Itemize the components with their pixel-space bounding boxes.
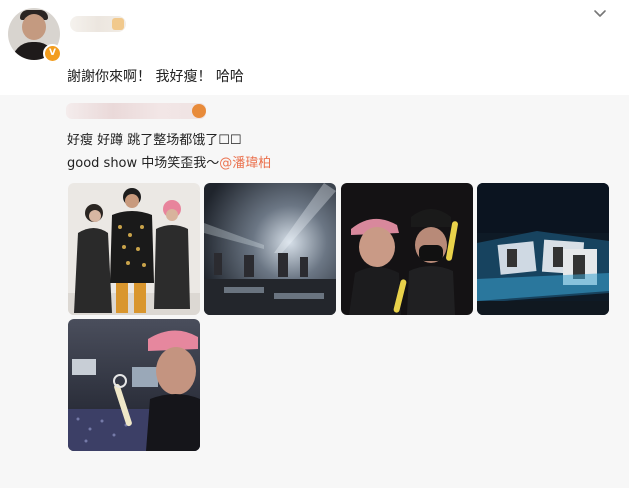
mention-link[interactable]: @潘瑋柏 bbox=[219, 156, 271, 171]
weibo-post: V 謝謝你來啊！ 我好瘦！ 哈哈 好瘦 好蹲 跳了整场都饿了☐☐ good sh… bbox=[0, 0, 629, 488]
author-name[interactable] bbox=[70, 16, 126, 32]
repost-text-line2: good show 中场笑歪我～@潘瑋柏 bbox=[67, 152, 271, 171]
repost-text: good show 中场笑歪我～ bbox=[67, 156, 220, 171]
verified-badge-icon: V bbox=[43, 44, 62, 63]
photo-selfie-lightsticks[interactable] bbox=[341, 183, 473, 315]
photo-group-portrait[interactable] bbox=[68, 183, 200, 315]
original-author-name[interactable] bbox=[66, 103, 206, 119]
repost-text-line1: 好瘦 好蹲 跳了整场都饿了☐☐ bbox=[67, 133, 242, 148]
photo-stage-screens[interactable] bbox=[477, 183, 609, 315]
post-text: 謝謝你來啊！ 我好瘦！ 哈哈 bbox=[67, 69, 244, 85]
chevron-down-icon[interactable] bbox=[590, 4, 610, 24]
photo-selfie-arena[interactable] bbox=[68, 319, 200, 451]
photo-concert-stage[interactable] bbox=[204, 183, 336, 315]
